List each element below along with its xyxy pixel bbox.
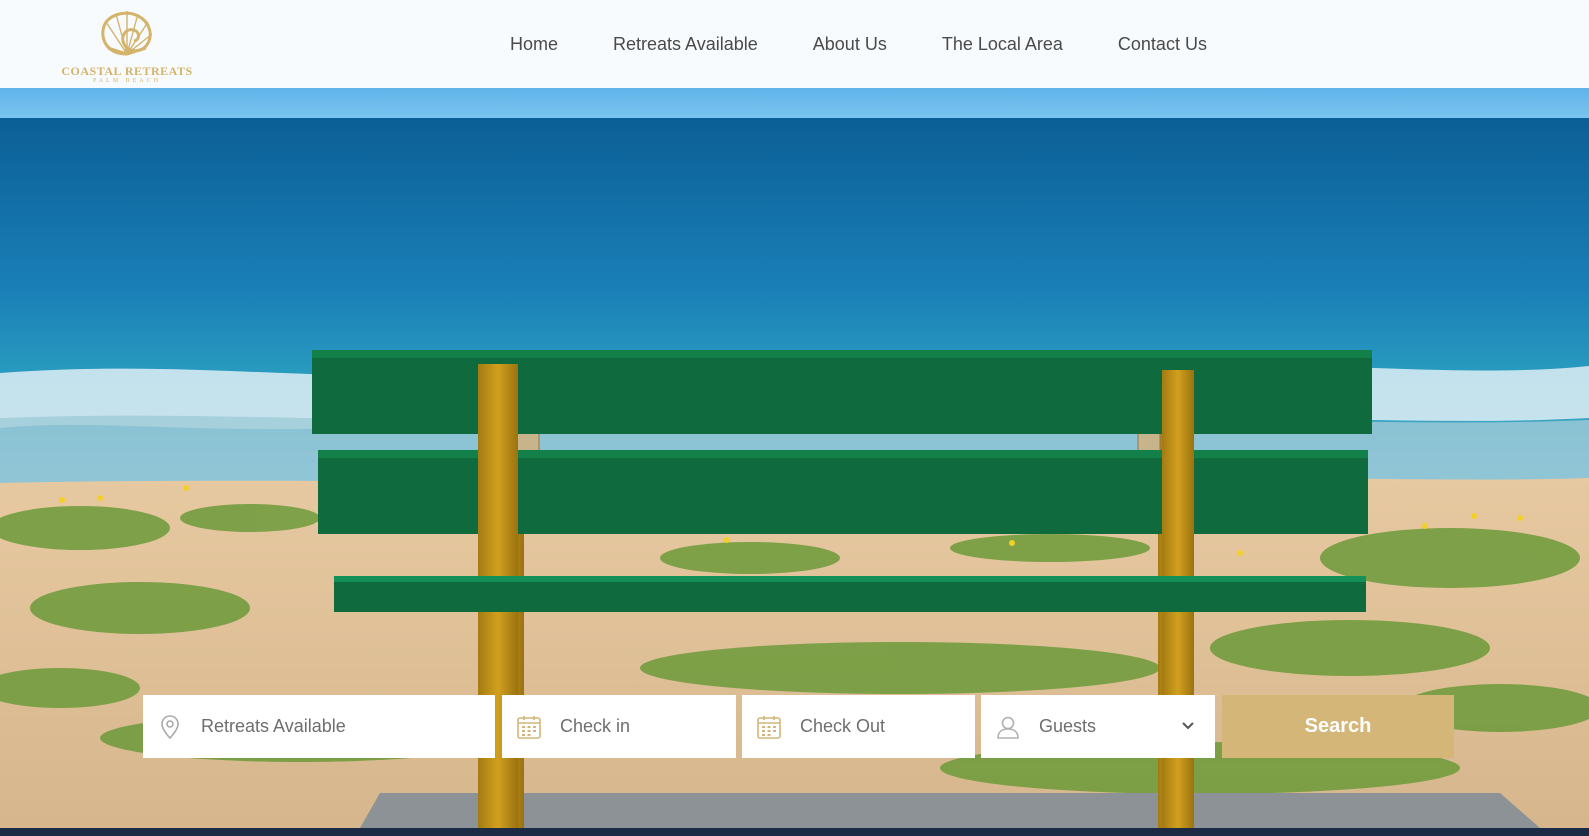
check-in-placeholder: Check in <box>560 716 631 736</box>
retreat-select[interactable]: Retreats Available <box>143 695 495 758</box>
site-header: COASTAL RETREATS PALM BEACH Home Retreat… <box>0 0 1589 88</box>
guests-select[interactable]: Guests <box>981 695 1215 758</box>
calendar-icon <box>757 716 781 739</box>
site-logo[interactable]: COASTAL RETREATS PALM BEACH <box>60 8 194 84</box>
nautilus-shell-icon <box>101 11 153 56</box>
nav-home[interactable]: Home <box>510 34 558 55</box>
check-out-field[interactable]: Check Out <box>742 695 975 758</box>
check-out-placeholder: Check Out <box>800 716 886 736</box>
chevron-down-icon[interactable] <box>1181 719 1195 733</box>
nav-contact-us[interactable]: Contact Us <box>1118 34 1207 55</box>
guests-value: Guests <box>1039 716 1097 736</box>
user-icon <box>997 716 1019 739</box>
nav-about-us[interactable]: About Us <box>813 34 887 55</box>
search-button[interactable]: Search <box>1222 695 1454 758</box>
calendar-icon <box>517 716 541 739</box>
nav-retreats-available[interactable]: Retreats Available <box>613 34 758 55</box>
main-nav: Home Retreats Available About Us The Loc… <box>510 0 1262 88</box>
map-pin-icon <box>161 715 179 740</box>
check-in-field[interactable]: Check in <box>502 695 736 758</box>
logo-wordmark: COASTAL RETREATS <box>61 64 193 78</box>
retreat-placeholder: Retreats Available <box>201 716 346 736</box>
bottom-strip <box>0 828 1589 836</box>
logo-subtitle: PALM BEACH <box>93 78 161 84</box>
nav-local-area[interactable]: The Local Area <box>942 34 1063 55</box>
